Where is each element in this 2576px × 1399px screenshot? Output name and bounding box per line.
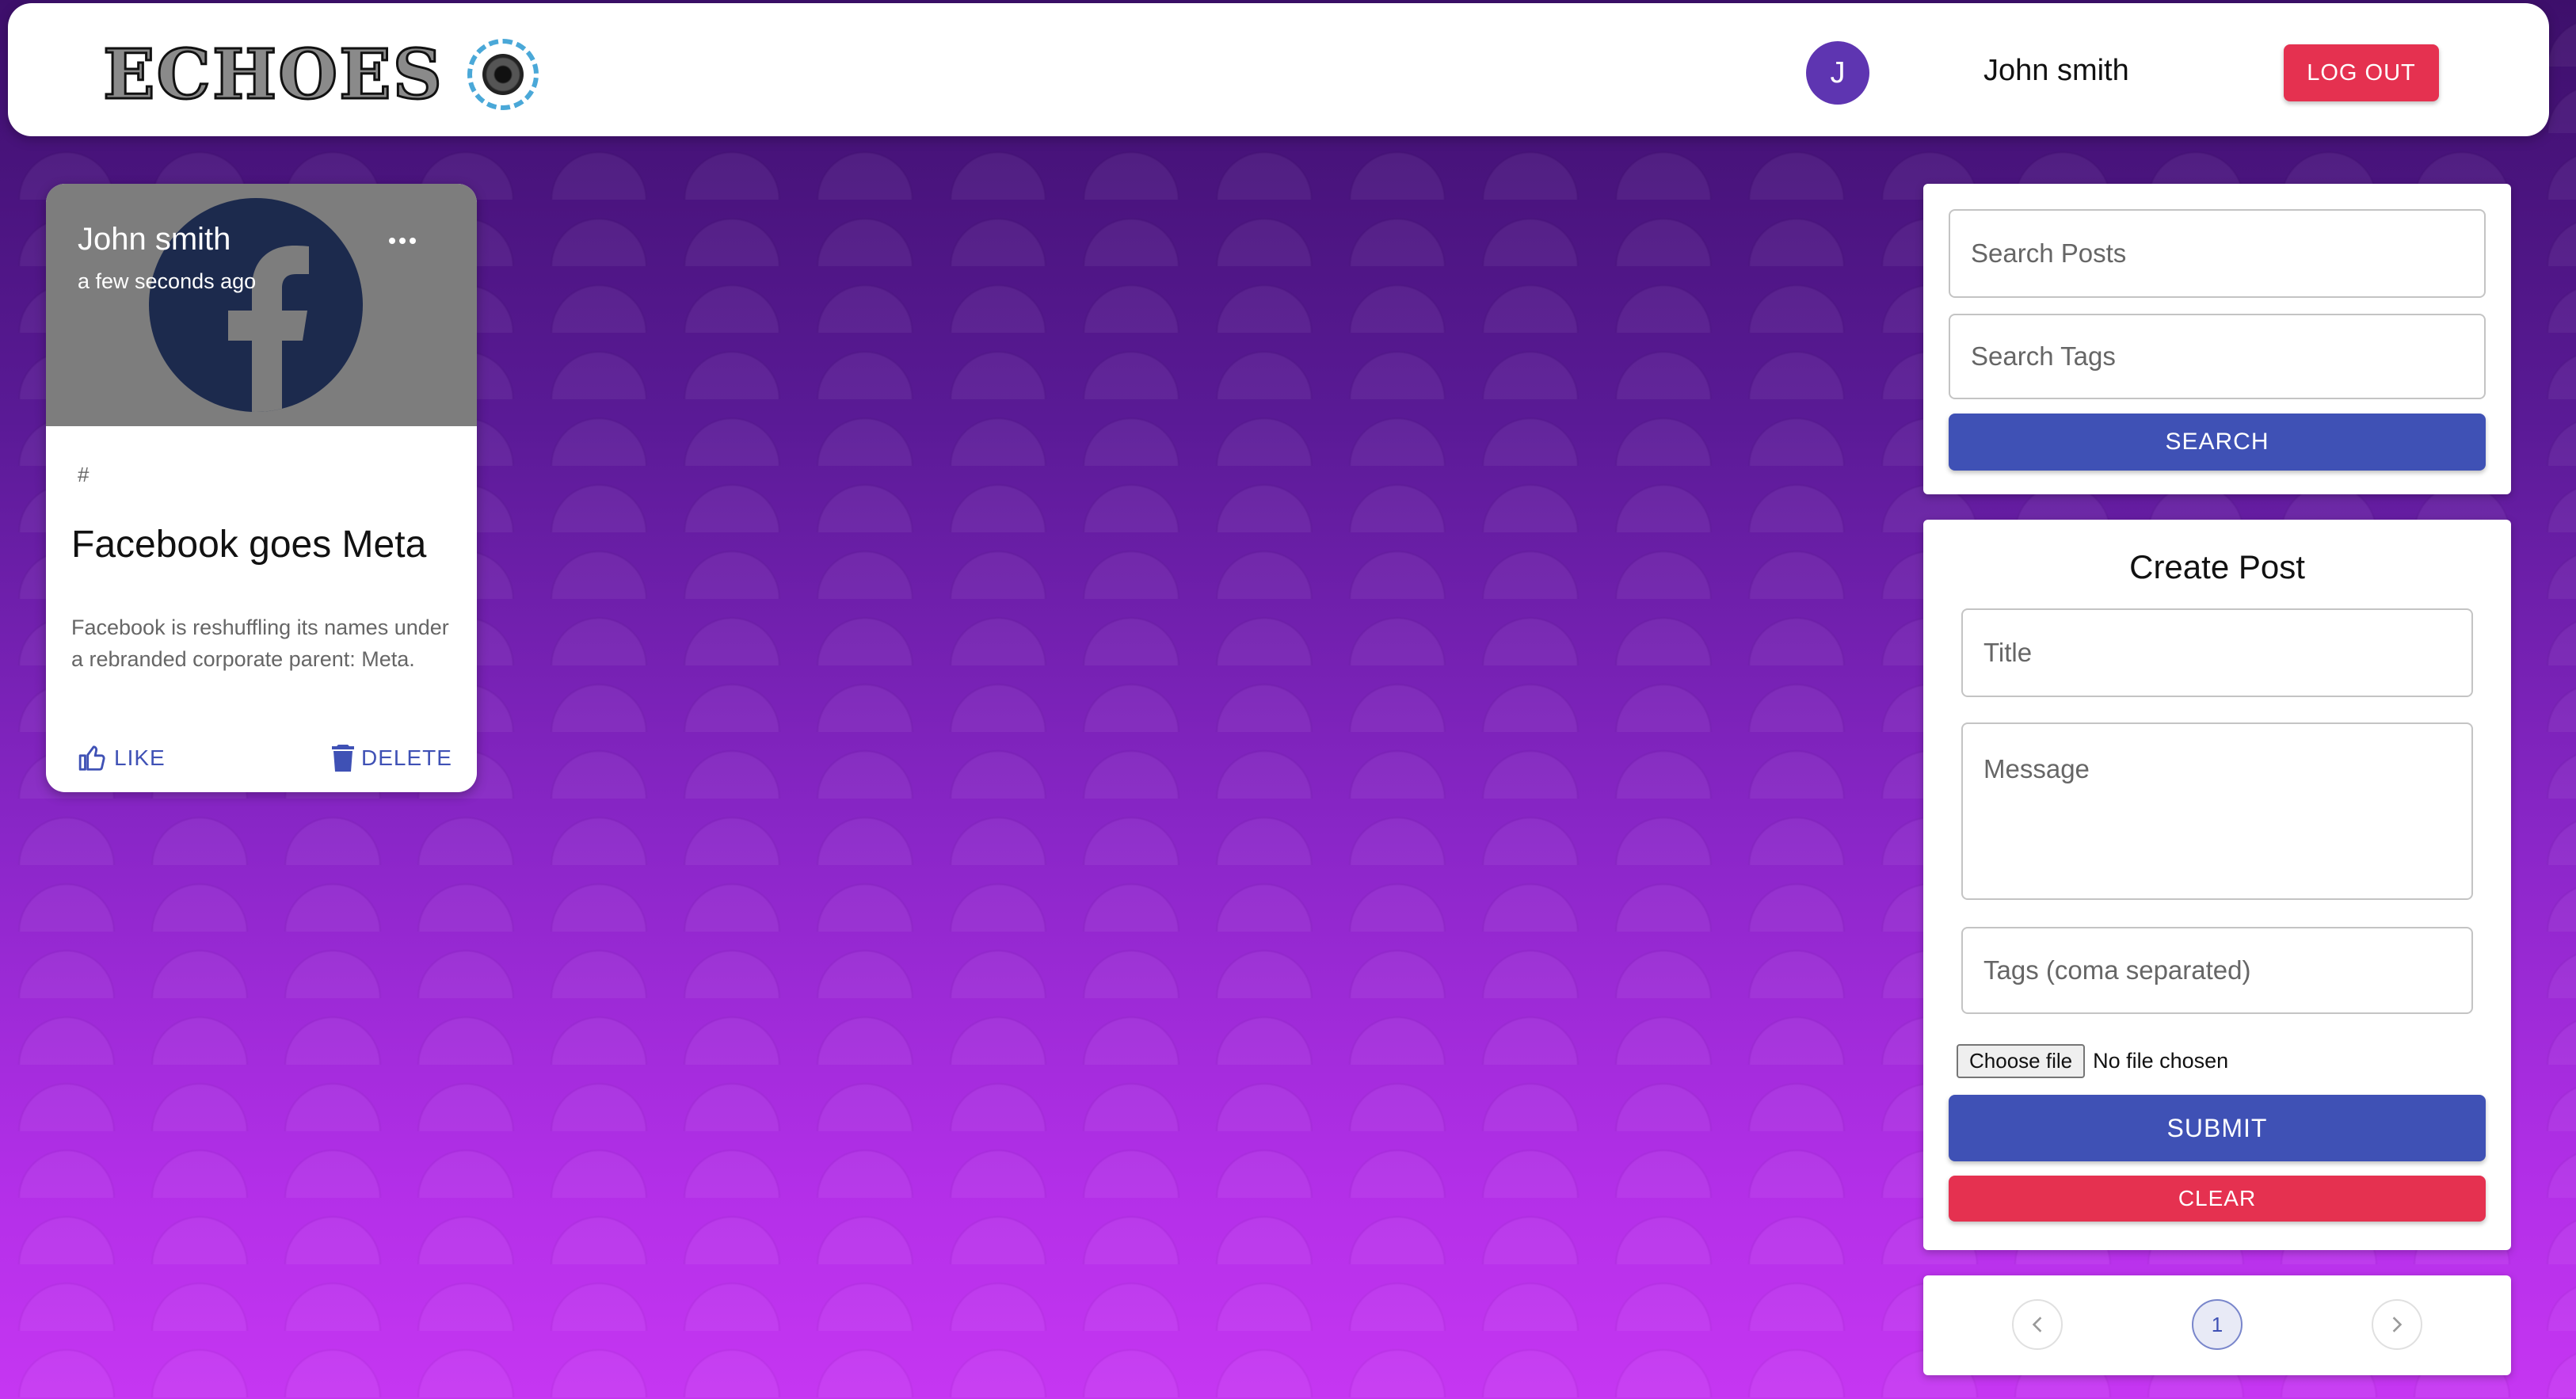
user-name: John smith [1983, 54, 2129, 87]
like-label: LIKE [114, 745, 166, 770]
post-card: John smith a few seconds ago # Facebook … [46, 184, 477, 792]
search-button[interactable]: SEARCH [1949, 414, 2486, 471]
pagination: 1 [1923, 1275, 2511, 1375]
like-button[interactable]: LIKE [78, 738, 166, 778]
submit-button[interactable]: SUBMIT [1949, 1095, 2486, 1161]
file-status: No file chosen [2093, 1049, 2229, 1073]
app-bar: ECHOES J John smith LOG OUT [8, 3, 2549, 136]
search-tags-input[interactable]: Search Tags [1949, 314, 2486, 399]
message-textarea[interactable]: Message [1961, 722, 2473, 900]
search-posts-input[interactable]: Search Posts [1949, 209, 2486, 298]
create-post-form: Create Post Title Message Tags (coma sep… [1923, 520, 2511, 1250]
trash-icon [332, 745, 354, 772]
chevron-left-icon[interactable] [2012, 1299, 2063, 1350]
delete-button[interactable]: DELETE [331, 738, 452, 778]
form-title: Create Post [2129, 548, 2305, 585]
chevron-right-icon[interactable] [2372, 1299, 2422, 1350]
brand[interactable]: ECHOES [102, 33, 539, 116]
file-picker: Choose file No file chosen [1957, 1044, 2228, 1078]
avatar[interactable]: J [1806, 41, 1869, 105]
post-tags: # [78, 463, 90, 486]
tags-input[interactable]: Tags (coma separated) [1961, 927, 2473, 1014]
camera-lens-icon [467, 39, 539, 110]
thumb-up-icon [78, 745, 105, 771]
delete-label: DELETE [361, 745, 452, 770]
clear-button[interactable]: CLEAR [1949, 1176, 2486, 1222]
more-options-icon[interactable] [379, 225, 426, 257]
post-message: Facebook is reshuffling its names under … [71, 616, 449, 671]
logout-button[interactable]: LOG OUT [2284, 44, 2439, 101]
post-author: John smith [78, 222, 231, 257]
title-input[interactable]: Title [1961, 608, 2473, 697]
post-image: John smith a few seconds ago [46, 184, 477, 426]
search-panel: Search Posts Search Tags SEARCH [1923, 184, 2511, 494]
choose-file-button[interactable]: Choose file [1957, 1044, 2086, 1078]
brand-name: ECHOES [102, 33, 444, 116]
page-button-current[interactable]: 1 [2192, 1299, 2243, 1350]
post-timestamp: a few seconds ago [78, 269, 257, 293]
post-title: Facebook goes Meta [71, 524, 427, 566]
